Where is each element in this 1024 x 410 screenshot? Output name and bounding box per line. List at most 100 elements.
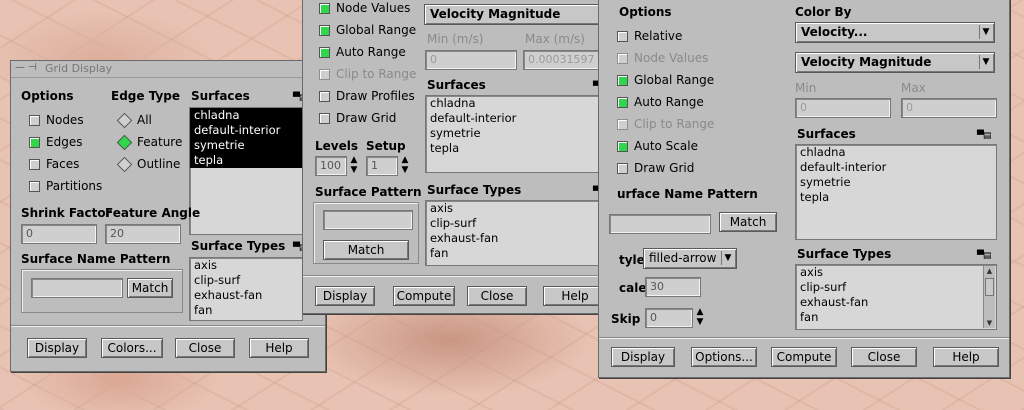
match-button[interactable]: Match	[127, 278, 173, 298]
display-button[interactable]: Display	[27, 338, 87, 358]
color-by-variable-dropdown[interactable]: Velocity Magnitude ▼	[795, 52, 995, 73]
max-input[interactable]: 0	[901, 98, 997, 118]
option-nodes[interactable]: Nodes	[29, 113, 84, 127]
list-item[interactable]: axis	[796, 265, 996, 280]
list-item[interactable]: clip-surf	[190, 273, 302, 288]
list-item[interactable]: tepla	[190, 153, 302, 168]
option-auto-scale[interactable]: Auto Scale	[617, 139, 698, 153]
min-input[interactable]: 0	[425, 50, 517, 70]
surfaces-list[interactable]: chladna default-interior symetrie tepla	[795, 144, 997, 240]
color-by-label: Color By	[795, 5, 852, 19]
setup-stepper-icon[interactable]: ▲ ▼	[400, 155, 410, 175]
surfaces-list[interactable]: chladna default-interior symetrie tepla	[189, 107, 303, 235]
list-item[interactable]: default-interior	[796, 160, 996, 175]
colors-button[interactable]: Colors...	[101, 338, 163, 358]
option-auto-range[interactable]: Auto Range	[617, 95, 704, 109]
close-button[interactable]: Close	[851, 347, 917, 367]
compute-button[interactable]: Compute	[771, 347, 837, 367]
levels-input[interactable]: 100	[315, 156, 347, 176]
list-select-icons[interactable]: ▀▤	[977, 251, 991, 261]
option-partitions[interactable]: Partitions	[29, 179, 102, 193]
surface-name-pattern-input[interactable]	[609, 214, 711, 234]
edge-type-all[interactable]: All	[116, 112, 152, 128]
option-edges[interactable]: Edges	[29, 135, 82, 149]
list-item[interactable]: clip-surf	[426, 216, 614, 231]
list-item[interactable]: default-interior	[190, 123, 302, 138]
dropdown-value: filled-arrow	[649, 251, 717, 265]
shrink-factor-input[interactable]: 0	[21, 224, 97, 244]
list-item[interactable]: fan	[190, 303, 302, 318]
list-item[interactable]: chladna	[796, 145, 996, 160]
surfaces-list[interactable]: chladna default-interior symetrie tepla	[425, 95, 615, 173]
edge-type-feature[interactable]: Feature	[116, 134, 182, 150]
option-global-range[interactable]: Global Range	[319, 23, 416, 37]
display-button[interactable]: Display	[611, 347, 675, 367]
checkbox-icon	[29, 114, 40, 126]
list-item[interactable]: symetrie	[190, 138, 302, 153]
list-item[interactable]: clip-surf	[796, 280, 996, 295]
skip-stepper-icon[interactable]: ▲ ▼	[695, 307, 705, 327]
list-item[interactable]: tepla	[426, 141, 614, 156]
option-node-values[interactable]: Node Values	[319, 1, 410, 15]
option-faces[interactable]: Faces	[29, 157, 79, 171]
help-button[interactable]: Help	[249, 338, 309, 358]
edge-type-outline[interactable]: Outline	[116, 156, 180, 172]
scroll-up-icon[interactable]: ▲	[984, 266, 995, 276]
list-item[interactable]: fan	[426, 246, 614, 261]
compute-button[interactable]: Compute	[393, 286, 455, 306]
list-item[interactable]: axis	[426, 201, 614, 216]
surface-types-list[interactable]: axis clip-surf exhaust-fan fan	[189, 257, 303, 321]
radio-selected-icon	[116, 134, 133, 150]
list-select-icons[interactable]: ▀▤	[977, 131, 991, 141]
list-item[interactable]: chladna	[426, 96, 614, 111]
variable-dropdown[interactable]: Velocity Magnitude▼	[424, 4, 614, 25]
surfaces-header: Surfaces	[797, 127, 856, 141]
setup-input[interactable]: 1	[366, 156, 398, 176]
color-by-category-dropdown[interactable]: Velocity... ▼	[795, 22, 995, 43]
list-item[interactable]: fan	[796, 310, 996, 325]
help-button[interactable]: Help	[933, 347, 999, 367]
dropdown-value: Velocity Magnitude	[801, 55, 932, 69]
checkbox-icon	[319, 90, 330, 102]
option-clip-to-range[interactable]: Clip to Range	[617, 117, 714, 131]
list-item[interactable]: tepla	[796, 190, 996, 205]
list-item[interactable]: exhaust-fan	[426, 231, 614, 246]
close-button[interactable]: Close	[467, 286, 527, 306]
match-button[interactable]: Match	[719, 212, 777, 232]
scroll-thumb[interactable]	[985, 278, 994, 296]
option-draw-profiles[interactable]: Draw Profiles	[319, 89, 415, 103]
option-clip-to-range[interactable]: Clip to Range	[319, 67, 416, 81]
list-item[interactable]: exhaust-fan	[190, 288, 302, 303]
option-node-values[interactable]: Node Values	[617, 51, 708, 65]
match-button[interactable]: Match	[323, 240, 409, 260]
option-draw-grid[interactable]: Draw Grid	[319, 111, 396, 125]
grid-display-titlebar[interactable]: — ⊣ Grid Display	[11, 61, 325, 78]
options-button[interactable]: Options...	[691, 347, 757, 367]
surface-types-list[interactable]: axis clip-surf exhaust-fan fan ▲▼	[425, 200, 615, 266]
list-item[interactable]: symetrie	[796, 175, 996, 190]
option-auto-range[interactable]: Auto Range	[319, 45, 406, 59]
list-item[interactable]: symetrie	[426, 126, 614, 141]
radio-icon	[116, 156, 133, 172]
style-dropdown[interactable]: filled-arrow ▼	[643, 248, 737, 269]
skip-input[interactable]: 0	[645, 308, 693, 328]
list-item[interactable]: exhaust-fan	[796, 295, 996, 310]
option-draw-grid[interactable]: Draw Grid	[617, 161, 694, 175]
feature-angle-input[interactable]: 20	[105, 224, 181, 244]
display-button[interactable]: Display	[315, 286, 375, 306]
list-item[interactable]: axis	[190, 258, 302, 273]
levels-stepper-icon[interactable]: ▲ ▼	[349, 155, 359, 175]
list-item[interactable]: default-interior	[426, 111, 614, 126]
scroll-down-icon[interactable]: ▼	[984, 318, 995, 328]
list-item[interactable]: chladna	[190, 108, 302, 123]
scale-input[interactable]: 30	[645, 277, 701, 297]
surface-types-list[interactable]: axis clip-surf exhaust-fan fan ▲▼	[795, 264, 997, 330]
close-button[interactable]: Close	[175, 338, 235, 358]
option-relative[interactable]: Relative	[617, 29, 682, 43]
option-global-range[interactable]: Global Range	[617, 73, 714, 87]
surface-name-pattern-input[interactable]	[31, 278, 123, 298]
list-scrollbar[interactable]: ▲▼	[983, 266, 995, 328]
min-input[interactable]: 0	[795, 98, 891, 118]
window-menu-icon[interactable]: — ⊣	[15, 62, 37, 73]
surface-pattern-input[interactable]	[323, 210, 413, 230]
